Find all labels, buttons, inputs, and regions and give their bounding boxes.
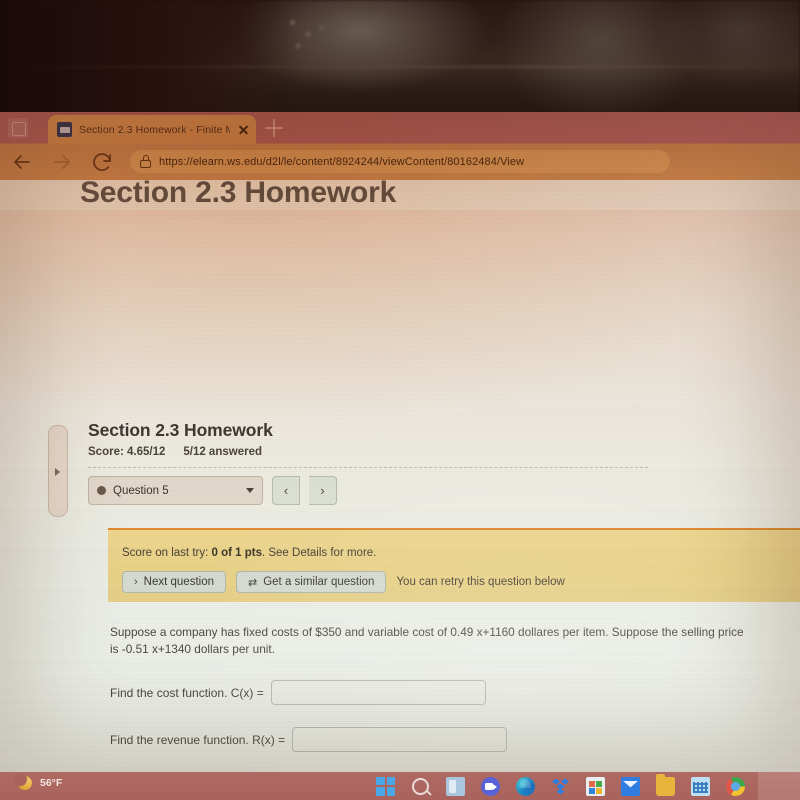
url-text: https://elearn.ws.edu/d2l/le/content/892… (159, 155, 525, 168)
retry-banner: Score on last try: 0 of 1 pts. See Detai… (108, 528, 800, 602)
desk-edge-line (0, 66, 800, 68)
chevron-right-icon: › (134, 576, 138, 588)
cost-function-label: Find the cost function. C(x) = (110, 685, 264, 700)
calendar-icon[interactable] (691, 776, 710, 796)
previous-question-button[interactable]: ‹ (272, 476, 300, 505)
browser-tab[interactable]: Section 2.3 Homework - Finite M (48, 115, 256, 144)
moon-icon (14, 773, 32, 790)
close-icon[interactable] (237, 123, 250, 136)
edge-browser-icon[interactable] (516, 776, 535, 796)
question-content: Suppose a company has fixed costs of $35… (110, 624, 770, 772)
assignment-header: Section 2.3 Homework Score: 4.65/12 5/12 … (88, 420, 688, 505)
active-app-highlight (758, 772, 800, 800)
plus-icon[interactable] (265, 119, 283, 137)
search-icon[interactable] (411, 777, 430, 796)
banner-buttons: › Next question ⇄ Get a similar question… (122, 571, 565, 593)
page-title: Section 2.3 Homework (88, 420, 273, 440)
reload-icon[interactable] (90, 150, 114, 174)
windows-start-icon[interactable] (376, 776, 395, 796)
arrow-right-icon[interactable] (50, 150, 74, 174)
revenue-function-label: Find the revenue function. R(x) = (110, 732, 286, 747)
chrome-browser-icon[interactable] (726, 776, 745, 796)
browser-chrome: Section 2.3 Homework - Finite M https://… (0, 112, 800, 180)
revenue-function-row: Find the revenue function. R(x) = (110, 727, 770, 752)
question-select-dropdown[interactable]: Question 5 (88, 476, 263, 505)
room-background (0, 0, 800, 118)
sidebar-toggle-handle[interactable] (48, 425, 68, 517)
teams-chat-icon[interactable] (481, 776, 500, 796)
chevron-down-icon (246, 488, 254, 493)
d2l-favicon-icon (57, 122, 72, 137)
answered-count: 5/12 answered (183, 446, 262, 458)
tab-title: Section 2.3 Homework - Finite M (79, 123, 230, 136)
question-select-label: Question 5 (113, 484, 169, 497)
task-view-icon[interactable] (446, 776, 465, 796)
next-question-label: Next question (143, 576, 214, 588)
question-prompt: Suppose a company has fixed costs of $35… (110, 625, 744, 656)
windows-taskbar: 56°F (0, 772, 800, 800)
score-suffix: . See Details for more. (261, 547, 377, 559)
monitor-screen: Section 2.3 Homework - Finite M https://… (0, 112, 800, 772)
refresh-cycle-icon: ⇄ (248, 576, 258, 589)
cost-function-input[interactable] (270, 680, 486, 705)
revenue-function-input[interactable] (292, 727, 508, 752)
question-status-dot-icon (97, 486, 106, 495)
chevron-right-icon (55, 468, 60, 476)
score-value: Score: 4.65/12 (88, 446, 166, 458)
dropbox-icon[interactable] (551, 777, 570, 796)
background-speck (290, 20, 295, 25)
photographed-screen: Section 2.3 Homework - Finite M https://… (0, 0, 800, 800)
retry-hint-text: You can retry this question below (396, 576, 565, 588)
question-navigation: Question 5 ‹ › (88, 476, 688, 505)
background-speck (306, 32, 310, 36)
score-prefix: Score on last try: (122, 547, 212, 559)
address-bar[interactable]: https://elearn.ws.edu/d2l/le/content/892… (130, 150, 670, 173)
taskbar-icons (370, 772, 800, 800)
arrow-left-icon[interactable] (10, 150, 34, 174)
similar-question-label: Get a similar question (263, 576, 375, 588)
web-page: Section 2.3 Homework Section 2.3 Homewor… (0, 176, 800, 772)
tab-strip: Section 2.3 Homework - Finite M (0, 112, 800, 144)
background-speck (320, 26, 323, 29)
score-points: 0 of 1 pts (211, 547, 262, 559)
get-similar-question-button[interactable]: ⇄ Get a similar question (236, 571, 387, 593)
microsoft-store-icon[interactable] (586, 776, 605, 796)
room-dark-area (0, 0, 300, 118)
tab-search-icon[interactable] (8, 118, 28, 138)
navigation-bar: https://elearn.ws.edu/d2l/le/content/892… (0, 144, 800, 180)
divider (88, 467, 648, 468)
file-explorer-icon[interactable] (656, 773, 675, 796)
next-question-action-button[interactable]: › Next question (122, 571, 226, 593)
background-page-heading: Section 2.3 Homework (80, 176, 397, 209)
lock-icon (140, 155, 151, 168)
weather-temperature: 56°F (40, 777, 63, 789)
next-question-button[interactable]: › (309, 476, 337, 505)
score-summary: Score: 4.65/12 5/12 answered (88, 446, 688, 458)
weather-widget[interactable]: 56°F (14, 773, 63, 790)
mail-icon[interactable] (621, 776, 640, 796)
background-speck (296, 44, 300, 48)
cost-function-row: Find the cost function. C(x) = (110, 680, 770, 705)
last-try-score-text: Score on last try: 0 of 1 pts. See Detai… (122, 547, 376, 559)
